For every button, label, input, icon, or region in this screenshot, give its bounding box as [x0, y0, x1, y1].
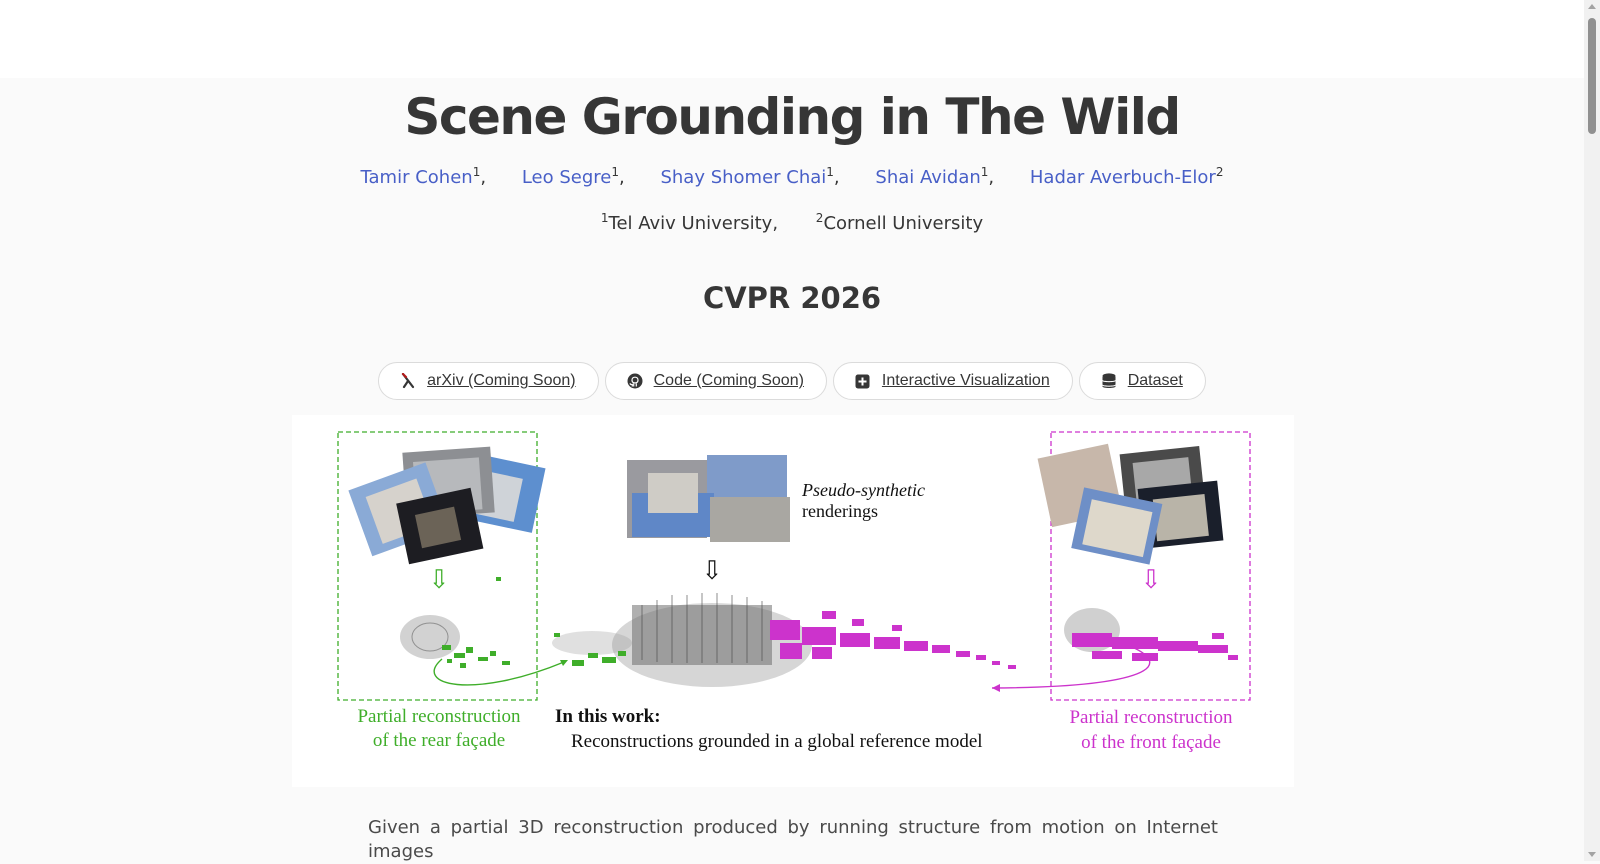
center-caption-heading: In this work: — [555, 706, 661, 727]
rear-caption-line-2: of the rear façade — [373, 730, 505, 751]
global-point-cloud — [552, 593, 1016, 687]
front-caption-line-2: of the front façade — [1081, 732, 1221, 753]
scroll-up-arrow-icon[interactable] — [1588, 4, 1596, 9]
code-button[interactable]: Code (Coming Soon) — [604, 362, 827, 400]
author-affiliation-sup: 2 — [1215, 165, 1224, 179]
rear-caption-line-1: Partial reconstruction — [357, 706, 521, 727]
affiliation-1: 1Tel Aviv University, — [601, 211, 778, 234]
affiliation-list: 1Tel Aviv University, 2Cornell Universit… — [0, 211, 1584, 234]
front-arrow-icon: ⇩ — [1140, 565, 1162, 595]
author-link[interactable]: Tamir Cohen — [361, 167, 473, 188]
front-caption-line-1: Partial reconstruction — [1069, 707, 1233, 728]
author-4: Shai Avidan1, — [875, 165, 994, 188]
scrollbar-thumb[interactable] — [1588, 18, 1596, 134]
author-3: Shay Shomer Chai1, — [660, 165, 839, 188]
database-icon — [1100, 372, 1118, 390]
author-separator: , — [833, 167, 840, 188]
affiliation-name: Cornell University — [823, 213, 984, 234]
link-buttons: arXiv (Coming Soon) Code (Coming Soon) I… — [0, 362, 1584, 400]
github-icon — [626, 372, 644, 390]
author-link[interactable]: Shay Shomer Chai — [660, 167, 826, 188]
author-1: Tamir Cohen1, — [361, 165, 487, 188]
author-link[interactable]: Hadar Averbuch-Elor — [1030, 167, 1216, 188]
dataset-button[interactable]: Dataset — [1078, 362, 1206, 400]
center-arrow-icon: ⇩ — [701, 556, 723, 586]
author-separator: , — [988, 167, 995, 188]
scroll-down-arrow-icon[interactable] — [1588, 852, 1596, 857]
author-5: Hadar Averbuch-Elor2 — [1030, 165, 1224, 188]
rear-photo-collage — [348, 446, 546, 565]
affiliation-name: Tel Aviv University, — [608, 213, 779, 234]
author-2: Leo Segre1, — [522, 165, 625, 188]
interactive-visualization-button-label: Interactive Visualization — [881, 372, 1050, 389]
teaser-illustration: ⇩ Pseudo-synthetic renderings ⇩ ⇩ Partia… — [337, 431, 1251, 753]
author-affiliation-sup: 1 — [611, 165, 619, 179]
renderings-label: renderings — [802, 501, 878, 521]
author-link[interactable]: Shai Avidan — [875, 167, 980, 188]
affiliation-2: 2Cornell University — [816, 211, 983, 234]
interactive-visualization-button[interactable]: Interactive Visualization — [832, 362, 1073, 400]
rear-arrow-icon: ⇩ — [428, 565, 450, 595]
page-title: Scene Grounding in The Wild — [404, 88, 1181, 146]
page-content: Scene Grounding in The Wild Tamir Cohen1… — [0, 78, 1584, 862]
plus-square-icon — [854, 372, 872, 390]
teaser-figure: ⇩ Pseudo-synthetic renderings ⇩ ⇩ Partia… — [292, 415, 1294, 787]
arxiv-button[interactable]: arXiv (Coming Soon) — [378, 362, 599, 400]
author-link[interactable]: Leo Segre — [522, 167, 612, 188]
rear-connector-arrow — [433, 658, 565, 686]
dataset-button-label: Dataset — [1127, 372, 1183, 389]
front-point-cloud — [1064, 608, 1238, 661]
author-affiliation-sup: 1 — [826, 165, 834, 179]
author-separator: , — [480, 167, 487, 188]
arxiv-icon — [399, 372, 417, 390]
venue-label: CVPR 2026 — [702, 281, 882, 315]
center-caption-text: Reconstructions grounded in a global ref… — [571, 731, 983, 752]
author-list: Tamir Cohen1, Leo Segre1, Shay Shomer Ch… — [0, 165, 1584, 188]
code-button-label: Code (Coming Soon) — [653, 372, 804, 389]
author-separator: , — [618, 167, 625, 188]
top-bar — [0, 0, 1584, 78]
rear-point-cloud — [400, 577, 510, 668]
affiliation-sup: 1 — [600, 211, 609, 225]
pseudo-synthetic-collage — [627, 455, 790, 542]
pseudo-synthetic-label: Pseudo-synthetic — [801, 480, 925, 500]
abstract-text: Given a partial 3D reconstruction produc… — [368, 817, 1218, 862]
front-connector-arrowhead — [992, 684, 1000, 692]
page-scrollbar[interactable] — [1584, 0, 1600, 861]
front-photo-collage — [1037, 443, 1224, 565]
arxiv-button-label: arXiv (Coming Soon) — [427, 372, 576, 389]
